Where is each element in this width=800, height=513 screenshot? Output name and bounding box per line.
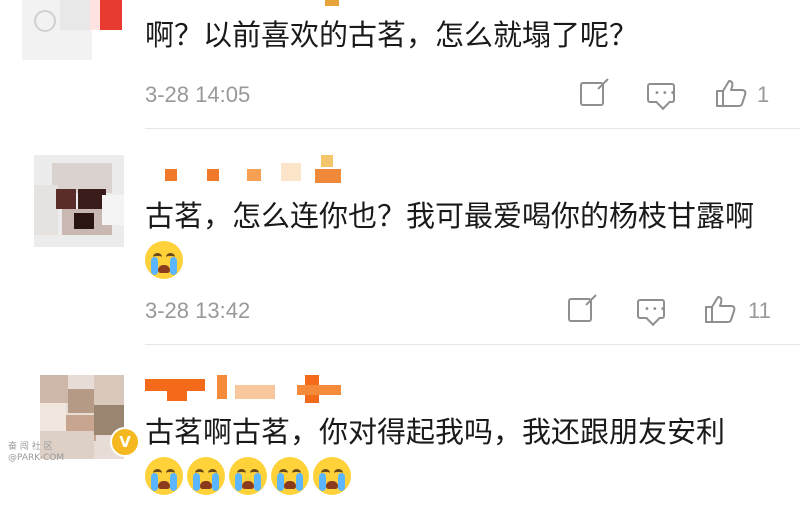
share-button[interactable] — [577, 80, 609, 110]
crying-face-emoji — [271, 457, 309, 495]
crying-face-emoji — [145, 457, 183, 495]
like-count: 11 — [748, 298, 771, 323]
avatar[interactable] — [22, 0, 122, 60]
comment-time: 3-28 14:05 — [145, 82, 251, 107]
crying-face-emoji — [229, 457, 267, 495]
reply-button[interactable]: ••• — [635, 296, 667, 326]
comment-item: V 古茗啊古茗，你对得起我吗，我还跟朋友安利 — [0, 345, 800, 513]
comment-item: 古茗，怎么连你也？我可最爱喝你的杨枝甘露啊 3-28 13:42 ••• 11 — [0, 130, 800, 345]
crying-face-emoji — [187, 457, 225, 495]
emoji-row — [145, 457, 355, 495]
share-button[interactable] — [565, 296, 597, 326]
thumbs-up-icon — [716, 80, 747, 107]
like-button[interactable]: 1 — [715, 78, 775, 108]
share-icon — [568, 298, 592, 322]
verified-badge: V — [110, 427, 140, 457]
comment-item: 啊？以前喜欢的古茗，怎么就塌了呢？ 3-28 14:05 ••• 1 — [0, 0, 800, 130]
comment-text-content: 古茗啊古茗，你对得起我吗，我还跟朋友安利 — [145, 415, 726, 449]
watermark: 奋 闯 社 区 @PARK·COM — [8, 442, 65, 463]
comment-icon: ••• — [637, 299, 666, 319]
thumbs-up-icon — [705, 296, 736, 323]
divider — [145, 128, 800, 129]
like-count: 1 — [757, 82, 770, 107]
username-redacted[interactable] — [145, 155, 345, 183]
avatar[interactable] — [22, 155, 124, 247]
comment-text: 啊？以前喜欢的古茗，怎么就塌了呢？ — [145, 18, 639, 52]
comment-icon: ••• — [647, 83, 676, 103]
like-button[interactable]: 11 — [704, 294, 784, 324]
username-redacted[interactable] — [145, 375, 365, 403]
comment-text-content: 古茗，怎么连你也？我可最爱喝你的杨枝甘露啊 — [145, 199, 755, 233]
comment-time: 3-28 13:42 — [145, 298, 251, 323]
comment-text: 古茗啊古茗，你对得起我吗，我还跟朋友安利 — [145, 411, 785, 453]
crying-face-emoji — [145, 241, 183, 279]
reply-button[interactable]: ••• — [645, 80, 677, 110]
crying-face-emoji — [313, 457, 351, 495]
share-icon — [580, 82, 604, 106]
comment-text: 古茗，怎么连你也？我可最爱喝你的杨枝甘露啊 — [145, 195, 785, 279]
